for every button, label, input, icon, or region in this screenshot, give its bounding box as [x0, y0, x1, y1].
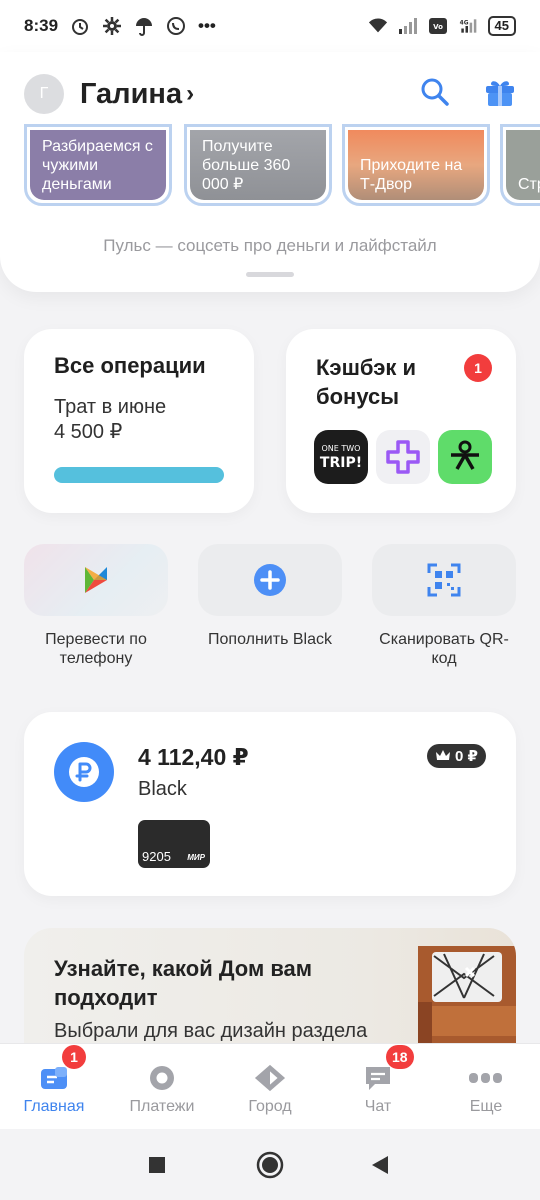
payments-icon	[146, 1062, 178, 1094]
svg-text:TRIP!: TRIP!	[320, 455, 362, 471]
back-icon[interactable]	[366, 1151, 394, 1179]
gear-icon	[102, 16, 122, 36]
wifi-icon	[368, 16, 388, 36]
alarm-icon	[70, 16, 90, 36]
nav-label: Платежи	[129, 1098, 195, 1115]
signal-4g-icon: 4G	[458, 16, 478, 36]
promo-banner[interactable]: Узнайте, какой Дом вам подходит Выбрали …	[24, 928, 516, 1058]
nav-label: Главная	[23, 1098, 85, 1115]
nav-home[interactable]: 1 Главная	[0, 1044, 108, 1130]
card-system: МИР	[187, 853, 205, 862]
profile-header: Г Галина ›	[24, 62, 516, 126]
avatar[interactable]: Г	[24, 74, 64, 114]
action-label: Перевести по телефону	[45, 631, 147, 667]
gift-icon[interactable]	[484, 76, 516, 113]
story-text: Стр по Рос	[506, 130, 540, 200]
chevron-right-icon[interactable]: ›	[186, 80, 194, 108]
story-card[interactable]: Разбираемся с чужими деньгами	[24, 124, 172, 206]
stories-carousel[interactable]: Разбираемся с чужими деньгами Получите б…	[24, 124, 540, 206]
chat-icon	[362, 1062, 394, 1094]
status-bar: 8:39 ••• Vo 4G 45	[0, 0, 540, 52]
nav-label: Еще	[469, 1098, 503, 1115]
crown-icon	[435, 748, 451, 765]
status-more: •••	[198, 16, 216, 35]
operations-card[interactable]: Все операции Трат в июне 4 500 ₽	[24, 329, 254, 513]
account-card[interactable]: 4 112,40 ₽ Black 0 ₽ 9205 МИР	[24, 712, 516, 896]
home-button-icon[interactable]	[256, 1151, 284, 1179]
cashback-value: 0 ₽	[455, 748, 478, 765]
card-number: 9205	[142, 849, 171, 864]
search-icon[interactable]	[420, 77, 450, 112]
city-icon	[254, 1062, 286, 1094]
plus-circle-icon[interactable]	[198, 544, 342, 616]
promo-subtitle: Выбрали для вас дизайн раздела	[54, 1020, 368, 1042]
action-label: Сканировать QR-код	[379, 631, 509, 667]
umbrella-icon	[134, 16, 154, 36]
sheet-handle[interactable]	[246, 272, 294, 277]
story-card[interactable]: Приходите на Т-Двор	[342, 124, 490, 206]
story-card[interactable]: Получите больше 360 000 ₽	[184, 124, 332, 206]
cashback-badge: 1	[464, 354, 492, 382]
action-label: Пополнить Black	[208, 631, 332, 648]
nav-label: Чат	[364, 1098, 392, 1115]
sbp-icon[interactable]	[24, 544, 168, 616]
operations-title: Все операции	[54, 353, 206, 378]
nav-label: Город	[248, 1098, 292, 1115]
whatsapp-icon	[166, 16, 186, 36]
nav-payments[interactable]: Платежи	[108, 1044, 216, 1130]
nav-city[interactable]: Город	[216, 1044, 324, 1130]
nav-badge: 18	[386, 1045, 414, 1069]
cashback-card[interactable]: Кэшбэк и бонусы 1 ONE TWO TRIP!	[286, 329, 516, 513]
transfer-by-phone-action[interactable]: Перевести по телефону	[24, 544, 168, 668]
operations-subtitle: Трат в июне	[54, 396, 167, 418]
qr-scan-icon[interactable]	[372, 544, 516, 616]
status-time: 8:39	[24, 16, 59, 35]
nav-more[interactable]: Еще	[432, 1044, 540, 1130]
spending-bar	[54, 467, 224, 483]
scan-qr-action[interactable]: Сканировать QR-код	[372, 544, 516, 668]
armchair-image	[414, 946, 516, 1058]
top-up-action[interactable]: Пополнить Black	[198, 544, 342, 649]
plus-logo[interactable]	[376, 430, 430, 484]
cashback-pill[interactable]: 0 ₽	[427, 744, 486, 768]
home-icon	[38, 1062, 70, 1094]
story-text: Получите больше 360 000 ₽	[190, 130, 326, 200]
bank-card[interactable]: 9205 МИР	[138, 820, 210, 868]
nav-badge: 1	[62, 1045, 86, 1069]
top-sheet: Г Галина › Разбираемся с чужими деньгами…	[0, 52, 540, 292]
ruble-icon	[54, 742, 114, 802]
bottom-navigation: 1 Главная Платежи Город 18 Чат Еще	[0, 1043, 540, 1129]
battery-icon: 45	[487, 16, 516, 36]
story-card[interactable]: Стр по Рос	[500, 124, 540, 206]
system-navigation	[0, 1129, 540, 1200]
signal-icon	[398, 16, 418, 36]
nav-chat[interactable]: 18 Чат	[324, 1044, 432, 1130]
svg-text:ONE TWO: ONE TWO	[322, 444, 361, 453]
onetwotrip-logo[interactable]: ONE TWO TRIP!	[314, 430, 368, 484]
user-name[interactable]: Галина	[80, 78, 182, 111]
more-icon	[468, 1062, 504, 1094]
promo-title: Узнайте, какой Дом вам подходит	[54, 956, 313, 1010]
account-name: Black	[138, 778, 187, 800]
account-balance: 4 112,40 ₽	[138, 744, 249, 770]
volte-icon: Vo	[428, 16, 448, 36]
lamoda-logo[interactable]	[438, 430, 492, 484]
svg-text:4G: 4G	[459, 20, 468, 26]
story-text: Разбираемся с чужими деньгами	[30, 130, 166, 200]
recents-icon[interactable]	[143, 1151, 171, 1179]
svg-text:Vo: Vo	[433, 23, 443, 31]
stories-caption: Пульс — соцсеть про деньги и лайфстайл	[103, 236, 437, 255]
operations-amount: 4 500 ₽	[54, 421, 123, 443]
cashback-title: Кэшбэк и бонусы	[316, 355, 417, 409]
story-text: Приходите на Т-Двор	[348, 130, 484, 200]
